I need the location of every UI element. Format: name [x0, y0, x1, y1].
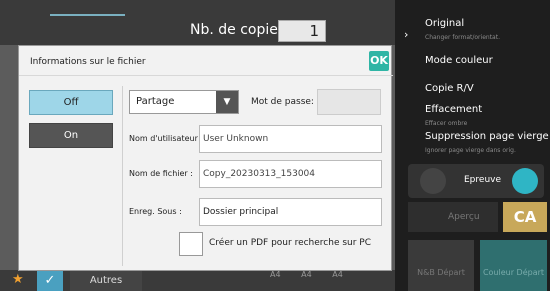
- tab-indicator: [50, 14, 125, 16]
- username-label: Nom d'utilisateur :: [129, 134, 204, 143]
- autres-button[interactable]: Autres: [70, 270, 142, 291]
- save-location-field[interactable]: Dossier principal: [199, 198, 382, 226]
- copies-label: Nb. de copies: [190, 22, 286, 38]
- check-icon[interactable]: ✓: [37, 270, 63, 291]
- copie-rv-item[interactable]: Copie R/V: [425, 83, 474, 94]
- epreuve-bw-icon: [420, 168, 446, 194]
- copies-input[interactable]: 1: [278, 20, 326, 42]
- off-toggle-button[interactable]: Off: [29, 90, 113, 115]
- pdf-search-label: Créer un PDF pour recherche sur PC: [209, 238, 372, 248]
- effacement-item[interactable]: Effacement: [425, 104, 482, 115]
- epreuve-label: Epreuve: [464, 175, 502, 185]
- file-info-dialog: Informations sur le fichier OK Off On Pa…: [18, 45, 393, 271]
- title-divider: [19, 75, 393, 76]
- bottom-tiles: A4 A4 A4: [270, 270, 390, 291]
- filename-field[interactable]: Copy_20230313_153004: [199, 160, 382, 188]
- ca-button[interactable]: CA: [503, 202, 547, 232]
- password-field[interactable]: [317, 89, 381, 115]
- epreuve-color-icon: [512, 168, 538, 194]
- tile-label: A4: [270, 270, 281, 279]
- tile-label: A4: [301, 270, 312, 279]
- mode-select[interactable]: Partage ▼: [129, 90, 239, 114]
- star-icon[interactable]: ★: [12, 272, 24, 287]
- original-item[interactable]: Original: [425, 18, 464, 29]
- mode-couleur-item[interactable]: Mode couleur: [425, 55, 493, 66]
- save-location-label: Enreg. Sous :: [129, 207, 182, 216]
- apercu-button[interactable]: Aperçu: [408, 202, 498, 232]
- effacement-sub: Effacer ombre: [425, 120, 468, 127]
- tile-label: A4: [332, 270, 343, 279]
- suppression-sub: Ignorer page vierge dans orig.: [425, 147, 516, 154]
- ok-button[interactable]: OK: [369, 51, 389, 71]
- original-sub: Changer format/orientat.: [425, 34, 500, 41]
- mode-select-value: Partage: [136, 96, 175, 107]
- dialog-title: Informations sur le fichier: [30, 57, 146, 67]
- filename-label: Nom de fichier :: [129, 169, 193, 178]
- chevron-down-icon[interactable]: ▼: [216, 91, 238, 113]
- chevron-right-icon[interactable]: ›: [404, 28, 408, 41]
- epreuve-button[interactable]: Epreuve: [408, 164, 544, 198]
- username-field[interactable]: User Unknown: [199, 125, 382, 153]
- pdf-search-checkbox[interactable]: [179, 232, 203, 256]
- password-label: Mot de passe:: [251, 97, 314, 107]
- nb-depart-button[interactable]: N&B Départ: [408, 240, 474, 291]
- vertical-divider: [122, 86, 123, 266]
- couleur-depart-button[interactable]: Couleur Départ: [480, 240, 547, 291]
- on-toggle-button[interactable]: On: [29, 123, 113, 148]
- suppression-item[interactable]: Suppression page vierge: [425, 131, 549, 142]
